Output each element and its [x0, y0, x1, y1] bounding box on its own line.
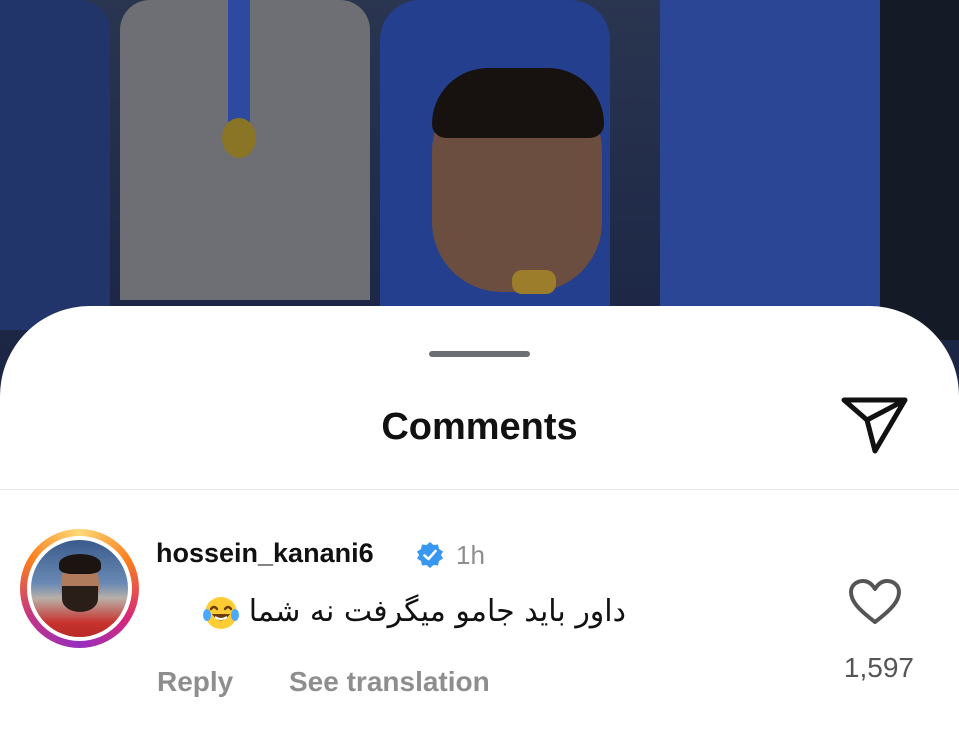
see-translation-link[interactable]: See translation: [289, 666, 490, 698]
sheet-title: Comments: [381, 406, 578, 448]
drag-handle[interactable]: [429, 351, 530, 357]
gold-medal: [222, 118, 256, 158]
avatar-story-ring[interactable]: [20, 529, 139, 648]
comment-timestamp: 1h: [456, 540, 485, 570]
reply-button[interactable]: Reply: [157, 666, 233, 698]
laughing-tears-emoji-icon: [203, 596, 240, 629]
bitten-medal: [512, 270, 556, 294]
player-left-figure: [0, 0, 110, 330]
comment-body: داور باید جامو میگرفت نه شما: [248, 594, 626, 629]
heart-icon[interactable]: [848, 578, 902, 626]
header-divider: [0, 489, 959, 490]
comments-sheet: Comments hossein_kanani6 1h داور باید جا…: [0, 306, 959, 730]
verified-badge-icon: [417, 542, 443, 568]
medal-ribbon: [228, 0, 250, 122]
comment-text: داور باید جامو میگرفت نه شما: [156, 594, 626, 631]
paper-plane-icon[interactable]: [839, 390, 911, 456]
like-count: 1,597: [843, 652, 914, 683]
dark-figure-right: [880, 0, 959, 340]
player-right-jersey: [660, 0, 890, 310]
comment-username[interactable]: hossein_kanani6: [156, 538, 374, 569]
avatar: [31, 540, 128, 637]
player-hair: [432, 68, 604, 138]
